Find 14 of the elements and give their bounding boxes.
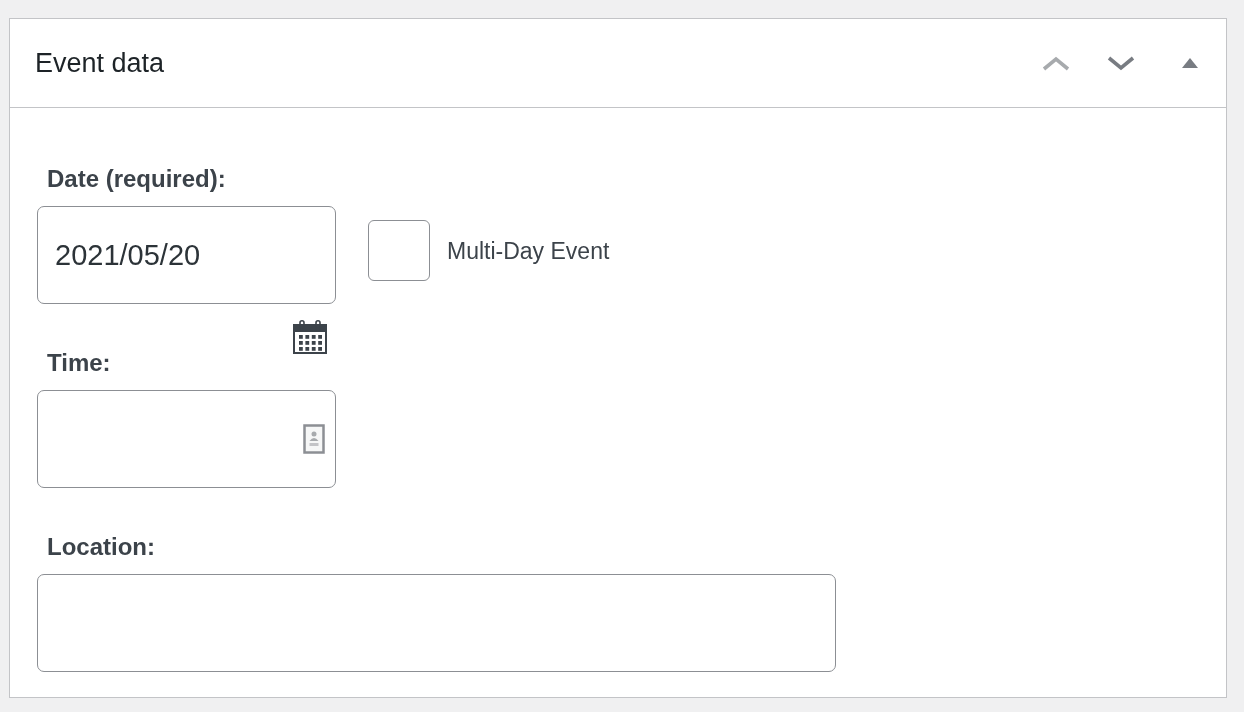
date-input[interactable]: 2021/05/20 xyxy=(37,206,336,304)
triangle-up-icon xyxy=(1181,58,1198,68)
time-input[interactable] xyxy=(37,390,336,488)
contact-card-icon[interactable] xyxy=(303,424,325,454)
field-label: Date (required): xyxy=(47,164,226,194)
calendar-icon[interactable] xyxy=(293,320,327,354)
chevron-down-icon xyxy=(1106,55,1135,71)
location-input[interactable] xyxy=(37,574,836,672)
panel-title: Event data xyxy=(35,47,165,79)
checkbox[interactable] xyxy=(368,220,430,281)
chevron-up-icon xyxy=(1041,55,1070,71)
field-label: Location: xyxy=(47,532,155,562)
field-label: Time: xyxy=(47,348,111,378)
checkbox-label: Multi-Day Event xyxy=(447,236,610,266)
